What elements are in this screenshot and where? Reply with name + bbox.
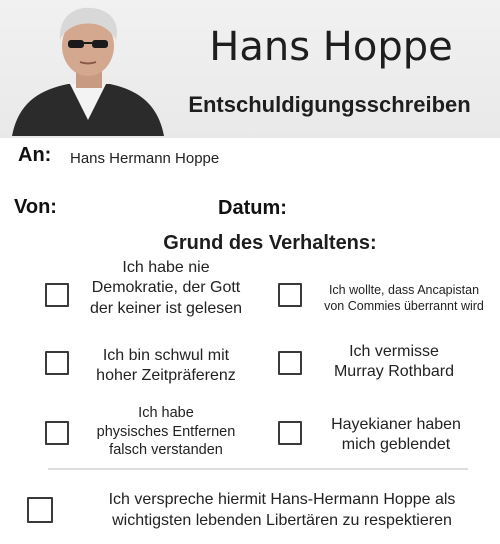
to-value[interactable]: Hans Hermann Hoppe — [70, 150, 219, 167]
checkbox-pledge[interactable] — [27, 497, 53, 523]
pledge-text: Ich verspreche hiermit Hans-Hermann Hopp… — [108, 491, 456, 529]
checkbox-reason-2[interactable] — [278, 283, 302, 307]
checkbox-reason-3[interactable] — [45, 351, 69, 375]
to-label: An: — [18, 144, 52, 166]
reason-6-text: Hayekianer haben mich geblendet — [331, 416, 461, 454]
portrait-photo — [12, 7, 164, 136]
page-title: Hans Hoppe — [209, 24, 453, 70]
checkbox-reason-1[interactable] — [45, 283, 69, 307]
from-label: Von: — [14, 196, 57, 218]
date-label: Datum: — [218, 197, 287, 219]
header-banner: Hans Hoppe Entschuldigungsschreiben — [0, 0, 500, 138]
checkbox-reason-5[interactable] — [45, 421, 69, 445]
reason-4-text: Ich vermisse Murray Rothbard — [333, 343, 455, 381]
reasons-title: Grund des Verhaltens: — [163, 232, 377, 254]
page-subtitle: Entschuldigungsschreiben — [188, 92, 471, 117]
reason-1-text: Ich habe nie Demokratie, der Gott der ke… — [89, 259, 243, 317]
reason-3-text: Ich bin schwul mit hoher Zeitpräferenz — [96, 347, 236, 385]
checkbox-reason-4[interactable] — [278, 351, 302, 375]
reason-2-text: Ich wollte, dass Ancapistan von Commies … — [324, 283, 484, 313]
divider — [48, 468, 468, 470]
reason-5-text: Ich habe physisches Entfernen falsch ver… — [96, 405, 236, 459]
checkbox-reason-6[interactable] — [278, 421, 302, 445]
